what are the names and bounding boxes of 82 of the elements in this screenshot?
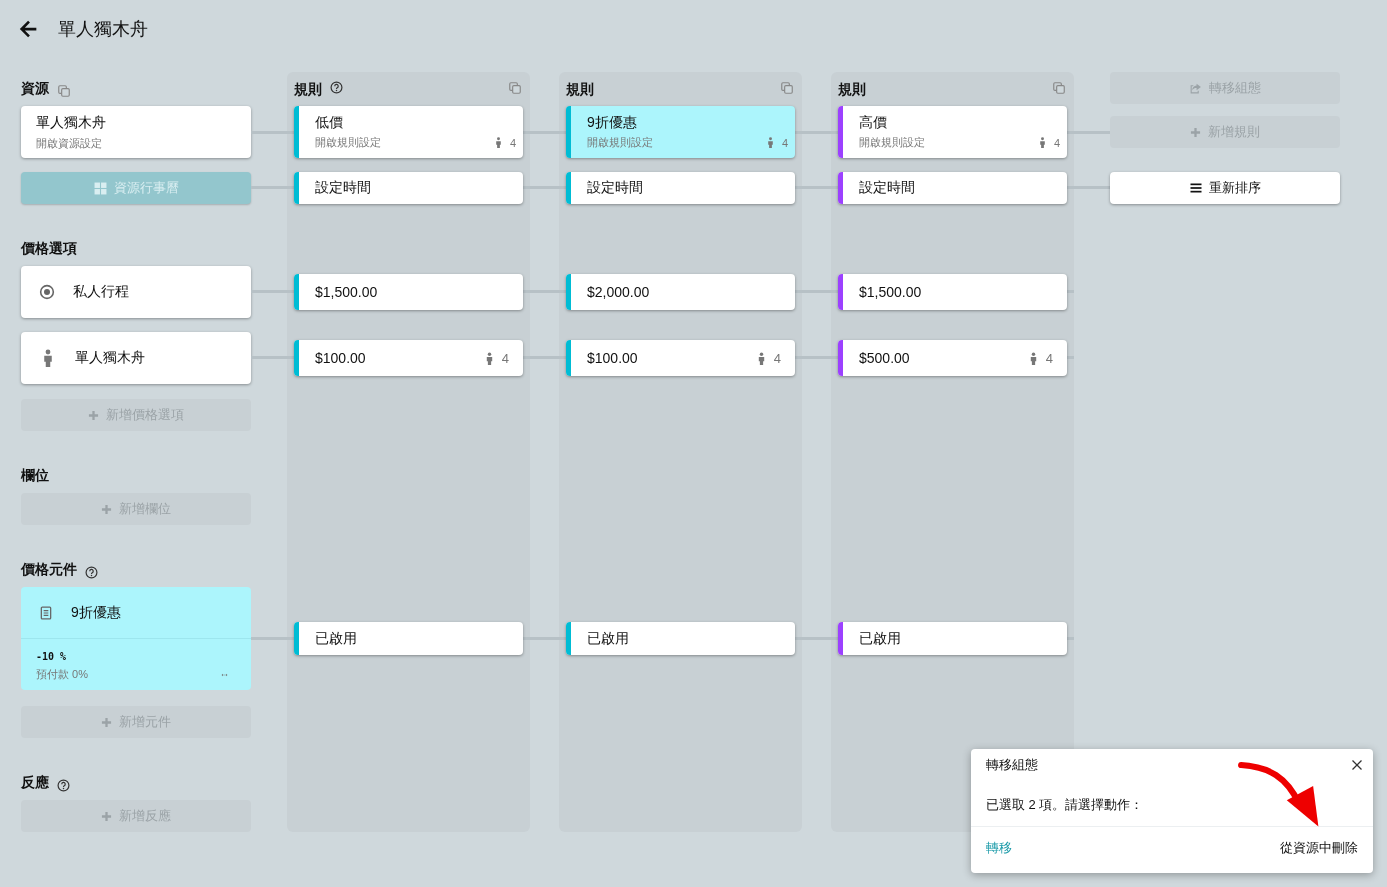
- help-icon: [57, 779, 70, 792]
- card-label: 已啟用: [315, 629, 357, 648]
- radio-icon: [39, 284, 55, 300]
- status-card[interactable]: 已啟用: [838, 622, 1067, 655]
- status-card[interactable]: 已啟用: [566, 622, 795, 655]
- person-count: 4: [492, 136, 516, 149]
- price-card[interactable]: $100.00 4: [294, 340, 523, 376]
- resource-name: 單人獨木舟: [36, 113, 107, 132]
- rule-card[interactable]: 低價 開啟規則設定 4: [294, 106, 523, 158]
- time-setting-card[interactable]: 設定時間: [838, 172, 1067, 204]
- price-card[interactable]: $500.00 4: [838, 340, 1067, 376]
- copy-icon: [57, 84, 71, 98]
- card-label: $500.00: [859, 350, 910, 366]
- section-title: 資源: [21, 80, 49, 98]
- person-count: 4: [1026, 350, 1053, 366]
- document-icon: [39, 604, 53, 621]
- rule-subtitle: 開啟規則設定: [859, 135, 925, 150]
- dialog-title: 轉移組態: [986, 756, 1038, 774]
- dialog-action[interactable]: 轉移: [986, 835, 1012, 861]
- card-label: 設定時間: [587, 179, 643, 197]
- card-label: 設定時間: [315, 179, 371, 197]
- time-setting-card[interactable]: 設定時間: [566, 172, 795, 204]
- plus-icon: [101, 810, 112, 822]
- plus-icon: [1190, 126, 1201, 138]
- menu-icon: [1189, 182, 1202, 194]
- option-label: 私人行程: [73, 283, 129, 301]
- time-setting-card[interactable]: 設定時間: [294, 172, 523, 204]
- prepayment-text: 預付款 0%: [36, 667, 88, 682]
- column-title: 規則: [294, 81, 322, 99]
- help-icon: [85, 566, 98, 579]
- rule-subtitle: 開啟規則設定: [587, 135, 653, 150]
- price-card[interactable]: $1,500.00: [838, 274, 1067, 310]
- resource-subtitle: 開啟資源設定: [36, 135, 103, 151]
- card-label: $1,500.00: [315, 284, 378, 300]
- card-label: 設定時間: [859, 179, 915, 197]
- rule-card[interactable]: 高價 開啟規則設定 4: [838, 106, 1067, 158]
- option-label: 單人獨木舟: [75, 349, 145, 367]
- card-label: $100.00: [315, 350, 366, 366]
- page-title: 單人獨木舟: [58, 17, 148, 41]
- status-card[interactable]: 已啟用: [294, 622, 523, 655]
- price-card[interactable]: $2,000.00: [566, 274, 795, 310]
- copy-icon: [780, 81, 794, 95]
- price-option-card[interactable]: 單人獨木舟: [21, 332, 251, 384]
- plus-icon: [88, 409, 99, 421]
- price-option-card[interactable]: 私人行程: [21, 266, 251, 318]
- plus-icon: [101, 503, 112, 515]
- rule-subtitle: 開啟規則設定: [315, 135, 381, 150]
- share-icon: [1189, 81, 1202, 95]
- copy-icon: [508, 81, 522, 95]
- close-button[interactable]: [1351, 759, 1363, 771]
- resource-card[interactable]: 單人獨木舟 開啟資源設定: [21, 106, 251, 158]
- price-card[interactable]: $1,500.00: [294, 274, 523, 310]
- card-label: $2,000.00: [587, 284, 650, 300]
- column-title: 規則: [566, 81, 594, 99]
- resize-arrows-icon: [219, 671, 230, 678]
- rule-name: 9折優惠: [587, 114, 638, 132]
- price-card[interactable]: $100.00 4: [566, 340, 795, 376]
- section-title: 價格選項: [21, 240, 77, 258]
- person-count: 4: [764, 136, 788, 149]
- card-label: 已啟用: [859, 629, 901, 648]
- card-label: $100.00: [587, 350, 638, 366]
- component-name: 9折優惠: [71, 603, 121, 622]
- section-title: 價格元件: [21, 561, 77, 579]
- rule-name: 低價: [315, 114, 344, 132]
- section-title: 欄位: [21, 467, 49, 485]
- card-label: 已啟用: [587, 629, 629, 648]
- grid-icon: [93, 181, 107, 195]
- person-count: 4: [482, 350, 509, 366]
- column-title: 規則: [838, 81, 866, 99]
- person-count: 4: [754, 350, 781, 366]
- reorder-button[interactable]: 重新排序: [1110, 172, 1340, 204]
- discount-value: -10 %: [36, 651, 68, 662]
- person-count: 4: [1036, 136, 1060, 149]
- card-label: $1,500.00: [859, 284, 922, 300]
- copy-icon: [1052, 81, 1066, 95]
- plus-icon: [101, 716, 112, 728]
- rule-name: 高價: [859, 114, 888, 132]
- component-card[interactable]: 9折優惠 -10 % 預付款 0%: [21, 587, 251, 690]
- dialog-action[interactable]: 從資源中刪除: [1280, 835, 1358, 861]
- help-icon: [330, 81, 343, 94]
- rule-card[interactable]: 9折優惠 開啟規則設定 4: [566, 106, 795, 158]
- section-title: 反應: [21, 774, 49, 792]
